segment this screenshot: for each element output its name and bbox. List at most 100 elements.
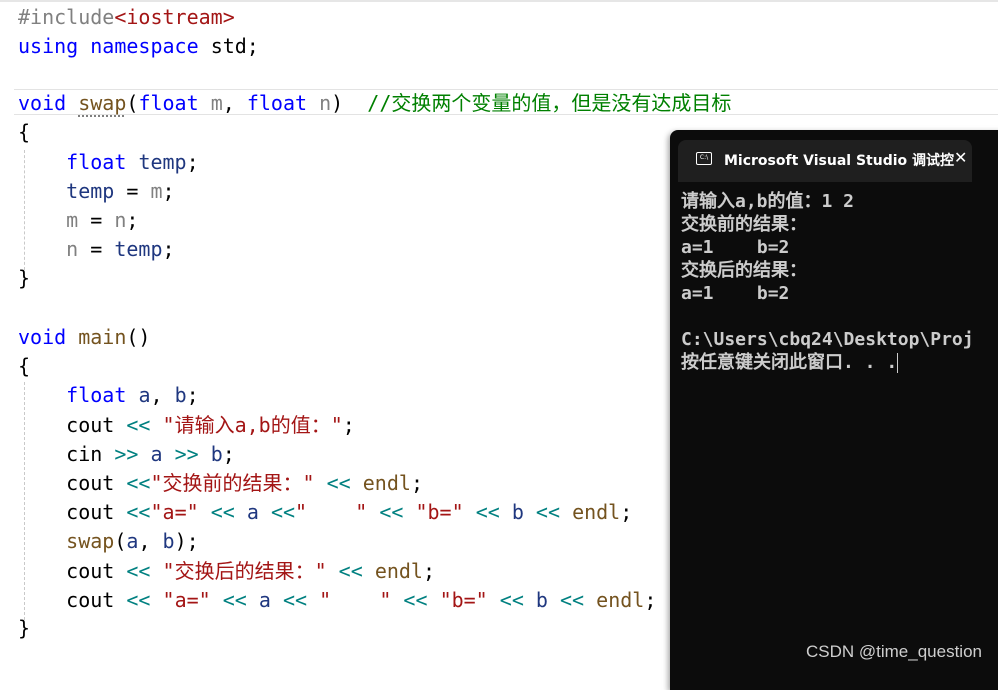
var-b: b [535,588,548,612]
console-line: 交换后的结果： [681,260,807,281]
endl-keyword: endl [362,471,411,495]
console-titlebar[interactable]: C:\ Microsoft Visual Studio 调试控 ✕ [670,130,998,182]
cin-keyword: cin [66,442,103,466]
code-line-cout-prompt[interactable]: cout << "请输入a,b的值："; [18,411,355,440]
cout-keyword: cout [66,413,115,437]
param-n: n [114,208,127,232]
var-b: b [162,529,175,553]
swap-comment: //交换两个变量的值，但是没有达成目标 [367,91,732,115]
console-line: a=1 b=2 [681,283,790,304]
code-line-main-signature[interactable]: void main() [18,323,150,352]
brace-close: } [18,266,31,290]
var-b: b [174,383,187,407]
float-keyword: float [66,383,127,407]
op-out: << [338,559,363,583]
string-before: "交换前的结果：" [150,471,315,495]
debug-console-window[interactable]: C:\ Microsoft Visual Studio 调试控 ✕ 请输入a,b… [670,130,998,690]
op-out: << [126,588,151,612]
console-line: C:\Users\cbq24\Desktop\Proj [681,329,974,350]
code-line-brace-close[interactable]: } [18,264,30,293]
op-out: << [403,588,428,612]
op-out: << [126,471,151,495]
string-prompt: "请输入a,b的值：" [162,413,343,437]
code-line-temp-assign[interactable]: temp = m; [18,177,174,206]
string-spaces: " " [319,588,392,612]
op-out: << [126,413,151,437]
code-line-brace-open[interactable]: { [18,118,30,147]
editor-top-border [0,0,998,2]
console-icon: C:\ [696,152,712,165]
op-out: << [210,500,235,524]
var-a: a [138,383,151,407]
op-out: << [222,588,247,612]
endl-keyword: endl [374,559,423,583]
op-out: << [499,588,524,612]
using-keyword: using [18,34,79,58]
string-b-eq: "b=" [415,500,464,524]
var-a: a [246,500,259,524]
code-line-brace-close[interactable]: } [18,614,30,643]
console-line-with-cursor: 按任意键关闭此窗口. . . [681,351,899,374]
endl-keyword: endl [572,500,621,524]
code-line-cout-values-1[interactable]: cout <<"a=" << a <<" " << "b=" << b << e… [18,498,632,527]
string-spaces: " " [295,500,368,524]
op-out: << [126,500,151,524]
code-line-swap-signature[interactable]: void swap(float m, float n) //交换两个变量的值，但… [18,89,731,118]
void-keyword: void [18,91,67,115]
code-line-float-ab[interactable]: float a, b; [18,381,199,410]
var-b: b [511,500,524,524]
brace-open: { [18,120,31,144]
brace-close: } [18,616,31,640]
op-out: << [326,471,351,495]
string-a-eq: "a=" [162,588,211,612]
cout-keyword: cout [66,559,115,583]
main-function-name: main [78,325,127,349]
cout-keyword: cout [66,471,115,495]
var-b: b [210,442,223,466]
console-line: 交换前的结果： [681,214,807,235]
code-line-cout-values-2[interactable]: cout << "a=" << a << " " << "b=" << b <<… [18,586,656,615]
code-line-n-assign[interactable]: n = temp; [18,235,174,264]
close-icon[interactable]: ✕ [954,148,967,167]
text-cursor [897,353,899,373]
code-line-swap-call[interactable]: swap(a, b); [18,527,199,556]
var-temp: temp [138,150,187,174]
include-header: <iostream> [114,5,235,29]
console-tab[interactable]: C:\ Microsoft Visual Studio 调试控 ✕ [678,140,972,182]
float-keyword: float [66,150,127,174]
code-line-cin[interactable]: cin >> a >> b; [18,440,235,469]
include-directive: #include [18,5,115,29]
console-output[interactable]: 请输入a,b的值：1 2 交换前的结果： a=1 b=2 交换后的结果： a=1… [670,182,998,690]
code-line-cout-before[interactable]: cout <<"交换前的结果：" << endl; [18,469,423,498]
code-line-cout-after[interactable]: cout << "交换后的结果：" << endl; [18,557,435,586]
param-n: n [319,91,332,115]
console-line: a=1 b=2 [681,237,790,258]
watermark: CSDN @time_question [806,642,982,661]
code-line-float-temp[interactable]: float temp; [18,148,198,177]
cout-keyword: cout [66,500,115,524]
swap-function-name: swap [78,91,127,115]
code-line-include[interactable]: #include<iostream> [18,3,235,32]
string-after: "交换后的结果：" [162,559,327,583]
param-m: m [150,179,163,203]
op-out: << [560,588,585,612]
var-temp: temp [114,237,163,261]
swap-call: swap [66,529,115,553]
op-in: >> [174,442,199,466]
namespace-keyword: namespace [90,34,199,58]
param-n: n [66,237,79,261]
op-out: << [270,500,296,524]
code-line-using[interactable]: using namespace std; [18,32,259,61]
code-line-m-assign[interactable]: m = n; [18,206,138,235]
string-b-eq: "b=" [439,588,488,612]
cout-keyword: cout [66,588,115,612]
code-line-brace-open[interactable]: { [18,352,30,381]
string-a-eq: "a=" [150,500,199,524]
op-out: << [282,588,308,612]
var-a: a [150,442,163,466]
namespace-name: std; [210,34,259,58]
endl-keyword: endl [596,588,645,612]
var-temp: temp [66,179,115,203]
op-out: << [475,500,500,524]
op-in: >> [114,442,139,466]
